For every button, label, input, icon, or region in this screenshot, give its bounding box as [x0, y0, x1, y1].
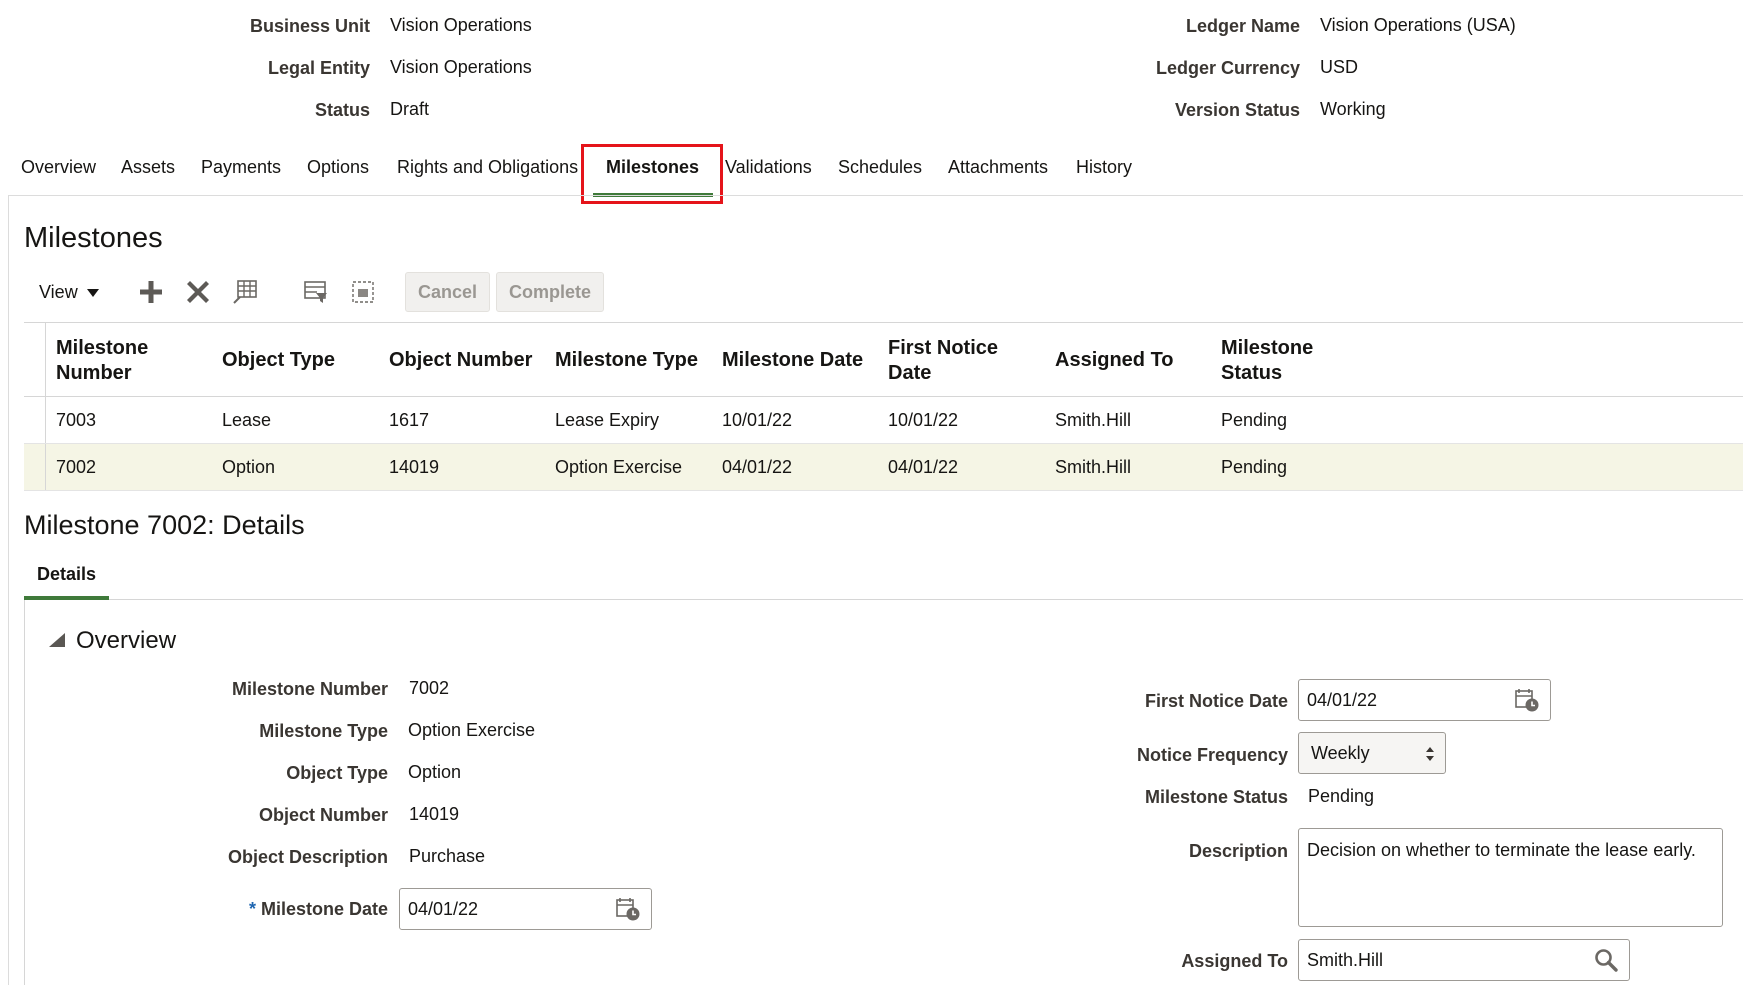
collapse-triangle-icon[interactable] — [49, 633, 65, 647]
row-header-column — [24, 322, 46, 490]
calendar-icon[interactable] — [615, 896, 641, 922]
milestone-status-value: Pending — [1308, 786, 1375, 806]
milestone-date-field[interactable]: 04/01/22 — [399, 888, 652, 930]
object-description-label: Object Description — [227, 847, 388, 867]
cell-object-type: Option — [222, 457, 276, 477]
tab-overview[interactable]: Overview — [21, 157, 96, 178]
cell-milestone-number: 7002 — [56, 457, 97, 477]
assigned-to-field[interactable]: Smith.Hill — [1298, 939, 1630, 981]
notice-frequency-select[interactable]: Weekly — [1298, 732, 1446, 774]
details-title: Milestone 7002: Details — [24, 510, 305, 540]
search-icon[interactable] — [1593, 947, 1619, 973]
tab-history[interactable]: History — [1076, 157, 1132, 178]
ledger-name-value: Vision Operations (USA) — [1320, 15, 1516, 35]
subtab-divider — [24, 599, 1743, 600]
freeze-icon[interactable] — [231, 278, 259, 306]
cell-assigned-to: Smith.Hill — [1055, 410, 1132, 430]
business-unit-value: Vision Operations — [390, 15, 532, 35]
milestone-type-value: Option Exercise — [408, 720, 536, 740]
object-number-value: 14019 — [409, 804, 460, 824]
subtab-details[interactable]: Details — [37, 564, 96, 585]
milestone-type-label: Milestone Type — [259, 721, 388, 741]
row-divider — [24, 490, 1743, 491]
ledger-name-label: Ledger Name — [1185, 16, 1300, 36]
first-notice-date-value: 04/01/22 — [1307, 689, 1378, 710]
cell-milestone-number: 7003 — [56, 410, 97, 430]
cell-milestone-type: Option Exercise — [555, 457, 683, 477]
overview-section-title[interactable]: Overview — [76, 627, 176, 655]
cell-object-type: Lease — [222, 410, 272, 430]
column-header-object-type[interactable]: Object Type — [222, 348, 335, 373]
milestone-status-label: Milestone Status — [1144, 787, 1288, 807]
tab-payments[interactable]: Payments — [201, 157, 281, 178]
select-arrows-icon — [1426, 747, 1434, 761]
dropdown-arrow-icon — [86, 288, 99, 297]
view-label: View — [39, 282, 78, 302]
description-textarea[interactable]: Decision on whether to terminate the lea… — [1298, 828, 1723, 927]
delete-icon[interactable] — [184, 278, 212, 306]
subtab-active-indicator — [24, 596, 109, 600]
cell-milestone-date: 04/01/22 — [722, 457, 793, 477]
milestone-number-label: Milestone Number — [231, 679, 388, 699]
first-notice-date-field[interactable]: 04/01/22 — [1298, 679, 1551, 721]
ledger-currency-label: Ledger Currency — [1155, 58, 1300, 78]
column-header-milestone-date[interactable]: Milestone Date — [722, 348, 863, 373]
status-label: Status — [314, 100, 370, 120]
ledger-currency-value: USD — [1320, 57, 1359, 77]
tab-attachments[interactable]: Attachments — [948, 157, 1048, 178]
milestone-date-label-wrap: * Milestone Date — [150, 899, 388, 920]
notice-frequency-label: Notice Frequency — [1136, 745, 1288, 765]
cell-object-number: 14019 — [389, 457, 440, 477]
tab-validations[interactable]: Validations — [725, 157, 812, 178]
section-title: Milestones — [24, 222, 163, 254]
table-top-border — [24, 322, 1743, 323]
tab-options[interactable]: Options — [307, 157, 369, 178]
cell-assigned-to: Smith.Hill — [1055, 457, 1132, 477]
cell-first-notice-date: 04/01/22 — [888, 457, 959, 477]
version-status-label: Version Status — [1174, 100, 1300, 120]
cell-milestone-type: Lease Expiry — [555, 410, 660, 430]
description-label: Description — [1188, 841, 1288, 861]
assigned-to-value: Smith.Hill — [1307, 949, 1384, 970]
first-notice-date-label: First Notice Date — [1144, 691, 1288, 711]
milestone-date-label: Milestone Date — [260, 899, 388, 919]
details-frame — [24, 600, 25, 985]
add-icon[interactable] — [137, 278, 165, 306]
object-number-label: Object Number — [258, 805, 388, 825]
version-status-value: Working — [1320, 99, 1386, 119]
complete-button[interactable]: Complete — [496, 272, 605, 312]
calendar-icon[interactable] — [1514, 687, 1540, 713]
object-type-value: Option — [408, 762, 462, 782]
assigned-to-label: Assigned To — [1181, 951, 1288, 971]
status-value: Draft — [390, 99, 430, 119]
cell-milestone-date: 10/01/22 — [722, 410, 793, 430]
legal-entity-value: Vision Operations — [390, 57, 532, 77]
tab-schedules[interactable]: Schedules — [838, 157, 922, 178]
cancel-button[interactable]: Cancel — [405, 272, 491, 312]
column-header-milestone-status[interactable]: Milestone Status — [1221, 336, 1351, 386]
cell-milestone-status: Pending — [1221, 410, 1288, 430]
view-menu[interactable]: View — [39, 282, 100, 303]
tab-rights-and-obligations[interactable]: Rights and Obligations — [397, 157, 578, 178]
column-header-milestone-number[interactable]: Milestone Number — [56, 336, 206, 386]
column-header-milestone-type[interactable]: Milestone Type — [555, 348, 698, 373]
cell-object-number: 1617 — [389, 410, 430, 430]
milestone-number-value: 7002 — [409, 678, 450, 698]
column-header-object-number[interactable]: Object Number — [389, 348, 532, 373]
required-indicator: * — [248, 899, 256, 919]
notice-frequency-value: Weekly — [1311, 742, 1370, 763]
object-description-value: Purchase — [409, 846, 486, 866]
query-by-example-icon[interactable] — [302, 278, 330, 306]
object-type-label: Object Type — [286, 763, 388, 783]
legal-entity-label: Legal Entity — [267, 58, 370, 78]
cell-milestone-status: Pending — [1221, 457, 1288, 477]
cell-first-notice-date: 10/01/22 — [888, 410, 959, 430]
milestone-date-value: 04/01/22 — [408, 898, 479, 919]
column-header-assigned-to[interactable]: Assigned To — [1055, 348, 1174, 373]
tab-assets[interactable]: Assets — [121, 157, 175, 178]
business-unit-label: Business Unit — [249, 16, 370, 36]
detach-icon[interactable] — [349, 278, 377, 306]
column-header-first-notice-date[interactable]: First Notice Date — [888, 336, 1018, 386]
